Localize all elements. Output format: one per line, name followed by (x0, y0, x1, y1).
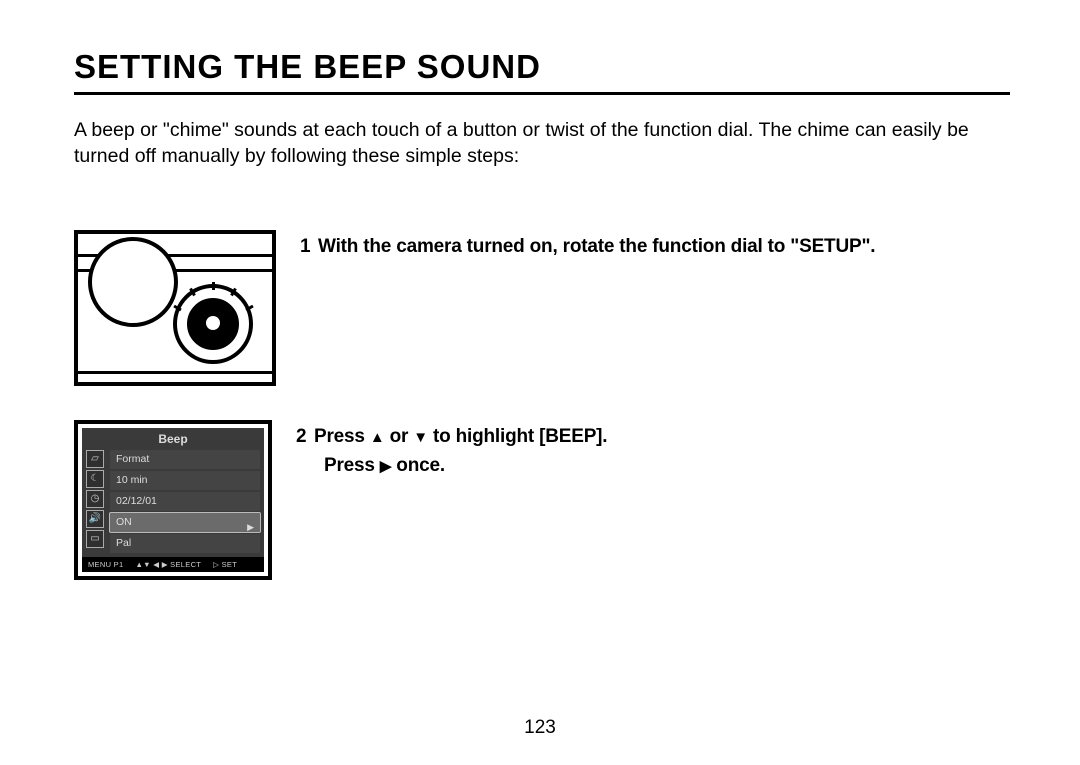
lcd-item-beep: ON▶ (110, 513, 260, 532)
lcd-left-icons: ▱ ☾ ◷ 🔊 ▭ (86, 450, 106, 550)
down-arrow-icon: ▼ (413, 426, 428, 449)
page-title: SETTING THE BEEP SOUND (74, 48, 1010, 95)
lcd-footer-menu: MENU P1 (88, 560, 123, 569)
step-1-text: 1With the camera turned on, rotate the f… (300, 230, 875, 261)
lcd-menu-list: Format 10 min 02/12/01 ON▶ Pal (110, 450, 260, 555)
figure-camera-dial (74, 230, 276, 386)
step-1-row: 1With the camera turned on, rotate the f… (74, 230, 1010, 386)
step-2-line1-b: or (385, 426, 414, 447)
lcd-footer: MENU P1 ▲▼ ◀ ▶ SELECT ▷ SET (82, 557, 264, 572)
lcd-header: Beep (82, 428, 264, 448)
lcd-item-format: Format (110, 450, 260, 469)
clock-icon: ◷ (86, 490, 104, 508)
step-2-line2-a: Press (324, 455, 380, 476)
power-icon: ☾ (86, 470, 104, 488)
step-2-line2-b: once. (391, 455, 445, 476)
lcd-footer-set: ▷ SET (213, 560, 237, 569)
speaker-icon: 🔊 (86, 510, 104, 528)
lcd-item-date: 02/12/01 (110, 492, 260, 511)
page-number: 123 (0, 717, 1080, 739)
step-2-number: 2 (296, 422, 314, 451)
tv-icon: ▭ (86, 530, 104, 548)
up-arrow-icon: ▲ (370, 426, 385, 449)
step-2-line1-a: Press (314, 426, 370, 447)
figure-lcd-menu: Beep ▱ ☾ ◷ 🔊 ▭ Format 10 min 02/12/01 ON… (74, 420, 272, 580)
step-1-body: With the camera turned on, rotate the fu… (318, 236, 875, 257)
step-2-text: 2Press ▲ or ▼ to highlight [BEEP]. Press… (296, 420, 607, 481)
step-2-line1-c: to highlight [BEEP]. (428, 426, 607, 447)
intro-paragraph: A beep or "chime" sounds at each touch o… (74, 117, 1010, 170)
card-icon: ▱ (86, 450, 104, 468)
lcd-item-video: Pal (110, 534, 260, 553)
lcd-item-timeout: 10 min (110, 471, 260, 490)
right-arrow-icon: ▶ (380, 455, 391, 478)
step-1-number: 1 (300, 232, 318, 261)
lcd-footer-select: ▲▼ ◀ ▶ SELECT (135, 560, 201, 569)
step-2-row: Beep ▱ ☾ ◷ 🔊 ▭ Format 10 min 02/12/01 ON… (74, 420, 1010, 580)
